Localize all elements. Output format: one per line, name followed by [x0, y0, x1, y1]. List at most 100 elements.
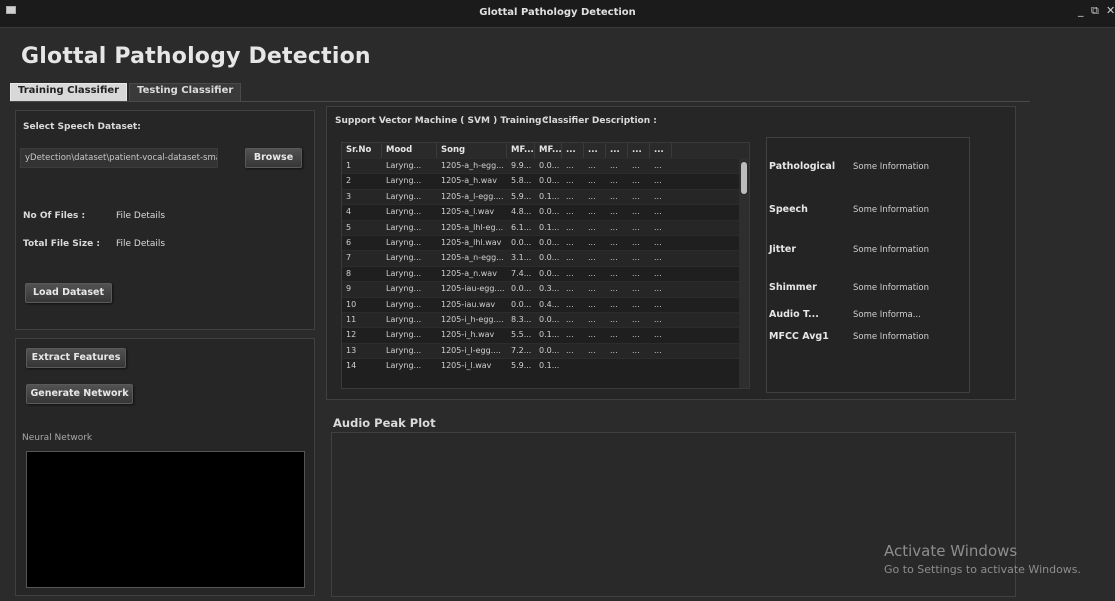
- table-cell: 0.4...: [539, 299, 560, 309]
- table-cell: ...: [566, 191, 574, 201]
- table-cell: ...: [566, 268, 574, 278]
- table-cell: ...: [610, 222, 618, 232]
- table-cell: ...: [654, 268, 662, 278]
- table-cell: 0.0...: [539, 176, 560, 186]
- table-cell: 5.9...: [511, 361, 532, 371]
- tab-testing-classifier[interactable]: Testing Classifier: [129, 83, 242, 101]
- table-row[interactable]: 5 Laryng... 1205-a_lhl-eg... 6.1... 0.1.....…: [342, 219, 749, 235]
- no-of-files-value: File Details: [116, 211, 166, 221]
- column-header[interactable]: ...: [584, 143, 606, 158]
- classifier-description-title: Classifier Description :: [542, 116, 657, 126]
- table-cell: ...: [610, 176, 618, 186]
- generate-network-button[interactable]: Generate Network: [26, 384, 133, 404]
- column-header[interactable]: MF...: [507, 143, 535, 158]
- table-cell: 0.0...: [539, 345, 560, 355]
- extract-features-button[interactable]: Extract Features: [26, 348, 126, 368]
- table-header: Sr.No Mood Song MF... MF..................: [342, 143, 749, 158]
- table-cell: Laryng...: [386, 222, 422, 232]
- table-row[interactable]: 13 Laryng... 1205-i_l-egg.... 7.2... 0.0....…: [342, 342, 749, 359]
- table-row[interactable]: 2 Laryng... 1205-a_h.wav 5.8... 0.0.........…: [342, 173, 749, 188]
- dataset-path-field[interactable]: yDetection\dataset\patient-vocal-dataset…: [20, 148, 218, 168]
- close-button[interactable]: ✕: [1106, 4, 1115, 17]
- table-cell: 1205-i_h-egg....: [441, 314, 504, 324]
- table-cell: ...: [610, 161, 618, 170]
- table-row[interactable]: 12 Laryng... 1205-i_h.wav 5.5... 0.1........…: [342, 327, 749, 342]
- classifier-description-panel: [766, 137, 970, 393]
- table-cell: Laryng...: [386, 361, 422, 371]
- table-cell: ...: [654, 299, 662, 309]
- info-value: Some Information: [853, 283, 930, 293]
- table-cell: Laryng...: [386, 253, 422, 263]
- table-scroll-thumb[interactable]: [741, 162, 747, 194]
- table-cell: 0.1...: [539, 330, 560, 340]
- table-cell: 0.1...: [539, 191, 560, 201]
- table-row[interactable]: 6 Laryng... 1205-a_lhl.wav 0.0... 0.0.......…: [342, 234, 749, 250]
- feature-table[interactable]: Sr.No Mood Song MF... MF.................. 1…: [341, 142, 750, 389]
- table-body: 1 Laryng... 1205-a_h-egg... 9.9... 0.0......…: [342, 158, 749, 373]
- table-row[interactable]: 7 Laryng... 1205-a_n-egg... 3.1... 0.0......…: [342, 250, 749, 266]
- table-cell: 10: [346, 299, 357, 309]
- table-cell: ...: [610, 253, 618, 263]
- column-header[interactable]: ...: [650, 143, 672, 158]
- table-cell: Laryng...: [386, 299, 422, 309]
- tab-bar: Training Classifier Testing Classifier: [10, 83, 243, 101]
- column-header[interactable]: MF...: [535, 143, 562, 158]
- table-cell: [606, 359, 628, 373]
- table-cell: ...: [610, 314, 618, 324]
- table-cell: ...: [654, 253, 662, 263]
- table-cell: 1205-a_h.wav: [441, 176, 497, 186]
- neural-network-canvas: [26, 451, 305, 588]
- table-cell: ...: [654, 330, 662, 340]
- table-cell: 1205-a_n.wav: [441, 268, 497, 278]
- table-cell: 0.0...: [539, 268, 560, 278]
- table-cell: ...: [632, 253, 640, 263]
- table-row[interactable]: 4 Laryng... 1205-a_l.wav 4.8... 0.0.........…: [342, 204, 749, 219]
- table-cell: ...: [588, 191, 596, 201]
- table-row[interactable]: 1 Laryng... 1205-a_h-egg... 9.9... 0.0......…: [342, 158, 749, 174]
- table-cell: 9.9...: [511, 161, 532, 170]
- total-file-size-label: Total File Size :: [23, 239, 100, 249]
- table-cell: 5: [346, 222, 352, 232]
- table-cell: 1205-a_h-egg...: [441, 161, 504, 170]
- restore-button[interactable]: ⧉: [1091, 4, 1099, 18]
- column-header[interactable]: Mood: [382, 143, 437, 158]
- table-row[interactable]: 8 Laryng... 1205-a_n.wav 7.4... 0.0.........…: [342, 265, 749, 281]
- column-header[interactable]: ...: [628, 143, 650, 158]
- table-row[interactable]: 10 Laryng... 1205-iau.wav 0.0... 0.4........…: [342, 296, 749, 312]
- table-cell: ...: [654, 222, 662, 232]
- table-cell: ...: [632, 191, 640, 201]
- info-label: MFCC Avg1: [769, 331, 829, 342]
- column-header[interactable]: ...: [606, 143, 628, 158]
- table-cell: ...: [566, 330, 574, 340]
- table-cell: 2: [346, 176, 352, 186]
- column-header[interactable]: ...: [562, 143, 584, 158]
- table-row[interactable]: 11 Laryng... 1205-i_h-egg.... 8.3... 0.0....…: [342, 311, 749, 328]
- table-cell: ...: [610, 284, 618, 294]
- load-dataset-button[interactable]: Load Dataset: [25, 283, 112, 303]
- column-header[interactable]: Sr.No: [342, 143, 382, 158]
- table-row[interactable]: 14 Laryng... 1205-i_l.wav 5.9... 0.1...: [342, 358, 749, 373]
- table-cell: 1205-a_lhl.wav: [441, 237, 502, 247]
- svm-training-title: Support Vector Machine ( SVM ) Training …: [335, 116, 549, 126]
- table-cell: 1205-iau.wav: [441, 299, 496, 309]
- info-label: Pathological: [769, 161, 836, 172]
- activate-windows-subtext: Go to Settings to activate Windows.: [884, 563, 1082, 576]
- minimize-button[interactable]: _: [1078, 4, 1084, 17]
- no-of-files-label: No Of Files :: [23, 211, 86, 221]
- browse-button[interactable]: Browse: [245, 148, 302, 168]
- tab-training-classifier[interactable]: Training Classifier: [10, 83, 128, 101]
- info-value: Some Information: [853, 205, 930, 215]
- info-value: Some Informa...: [853, 310, 921, 320]
- column-header[interactable]: Song: [437, 143, 507, 158]
- table-cell: ...: [632, 284, 640, 294]
- table-cell: ...: [588, 330, 596, 340]
- table-cell: ...: [654, 345, 662, 355]
- table-cell: 1205-a_lhl-eg...: [441, 222, 504, 232]
- table-row[interactable]: 9 Laryng... 1205-iau-egg.... 0.0... 0.3.....…: [342, 281, 749, 297]
- table-cell: 7.2...: [511, 345, 532, 355]
- info-label: Audio T...: [769, 309, 819, 320]
- tab-divider: [10, 101, 1030, 102]
- info-value: Some Information: [853, 332, 930, 342]
- table-row[interactable]: 3 Laryng... 1205-a_l-egg.... 5.9... 0.1.....…: [342, 188, 749, 205]
- table-cell: Laryng...: [386, 330, 422, 340]
